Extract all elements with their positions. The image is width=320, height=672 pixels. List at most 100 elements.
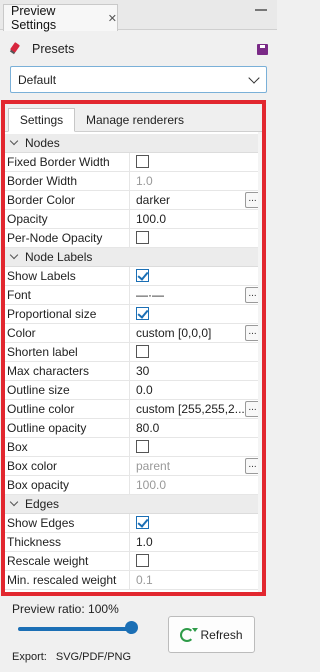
export-formats-link[interactable]: SVG/PDF/PNG xyxy=(56,651,131,663)
opacity-value[interactable]: 100.0 xyxy=(130,210,262,229)
outline-size-value[interactable]: 0.0 xyxy=(130,381,262,400)
property-label: Outline opacity xyxy=(5,418,130,438)
color-value[interactable]: custom [0,0,0] xyxy=(136,326,211,340)
property-label: Outline color xyxy=(5,399,130,419)
property-label: Border Width xyxy=(5,171,130,191)
box-checkbox[interactable] xyxy=(136,439,149,453)
property-label: Box color xyxy=(5,456,130,476)
font-value[interactable]: —·— xyxy=(136,288,164,302)
property-label: Rescale weight xyxy=(5,551,130,571)
box-opacity-value[interactable]: 100.0 xyxy=(130,476,262,495)
show-edges-checkbox[interactable] xyxy=(136,515,149,529)
property-row: Outline opacity 80.0 xyxy=(5,418,262,438)
preview-ratio-label: Preview ratio: xyxy=(12,602,85,616)
preview-ratio-value: 100% xyxy=(88,602,119,616)
pin-icon xyxy=(10,42,24,56)
thickness-value[interactable]: 1.0 xyxy=(130,533,262,552)
section-edges[interactable]: Edges xyxy=(5,495,262,514)
per-node-opacity-checkbox[interactable] xyxy=(136,230,149,244)
presets-label: Presets xyxy=(32,42,75,56)
property-label: Fixed Border Width xyxy=(5,152,130,172)
property-row: Per-Node Opacity xyxy=(5,228,262,248)
collapse-arrow-icon[interactable] xyxy=(9,252,23,262)
refresh-icon xyxy=(180,627,195,642)
panel-tab[interactable]: Preview Settings ✕ xyxy=(3,4,118,32)
property-row: Show Labels xyxy=(5,266,262,286)
preview-ratio-slider[interactable] xyxy=(18,627,133,631)
panel-title: Preview Settings xyxy=(11,4,57,32)
show-labels-checkbox[interactable] xyxy=(136,268,149,282)
refresh-label: Refresh xyxy=(200,627,243,642)
presets-row: Presets xyxy=(10,40,268,58)
property-label: Border Color xyxy=(5,190,130,210)
property-row: Fixed Border Width xyxy=(5,152,262,172)
section-title: Edges xyxy=(25,497,60,511)
property-sheet: Nodes Fixed Border Width Border Width 1.… xyxy=(5,134,262,590)
fixed-border-width-checkbox[interactable] xyxy=(136,154,149,168)
export-row: Export: SVG/PDF/PNG xyxy=(12,651,131,663)
property-row: Show Edges xyxy=(5,513,262,533)
property-row: Outline size 0.0 xyxy=(5,380,262,400)
section-title: Node Labels xyxy=(25,250,93,264)
property-label: Box opacity xyxy=(5,475,130,495)
section-nodes[interactable]: Nodes xyxy=(5,134,262,153)
preset-dropdown-value: Default xyxy=(18,72,57,87)
border-color-value[interactable]: darker xyxy=(136,193,170,207)
minimize-icon[interactable] xyxy=(255,9,267,12)
property-row: Max characters 30 xyxy=(5,361,262,381)
property-row: Font —·—... xyxy=(5,285,262,305)
min-rescaled-weight-value[interactable]: 0.1 xyxy=(130,571,262,590)
preview-ratio-slider-handle[interactable] xyxy=(125,621,138,634)
max-characters-value[interactable]: 30 xyxy=(130,362,262,381)
outline-opacity-value[interactable]: 80.0 xyxy=(130,419,262,438)
collapse-arrow-icon[interactable] xyxy=(9,499,23,509)
property-row: Min. rescaled weight 0.1 xyxy=(5,570,262,590)
tab-settings[interactable]: Settings xyxy=(8,108,75,132)
property-label: Show Labels xyxy=(5,266,130,286)
property-label: Font xyxy=(5,285,130,305)
property-label: Shorten label xyxy=(5,342,130,362)
property-row: Box xyxy=(5,437,262,457)
property-label: Color xyxy=(5,323,130,343)
property-row: Border Color darker... xyxy=(5,190,262,210)
export-label: Export: xyxy=(12,651,47,663)
proportional-size-checkbox[interactable] xyxy=(136,306,149,320)
property-row: Thickness 1.0 xyxy=(5,532,262,552)
outline-color-value[interactable]: custom [255,255,2... xyxy=(136,402,245,416)
property-row: Color custom [0,0,0]... xyxy=(5,323,262,343)
property-row: Box color parent... xyxy=(5,456,262,476)
save-preset-icon[interactable] xyxy=(257,43,268,55)
property-row: Opacity 100.0 xyxy=(5,209,262,229)
property-row: Proportional size xyxy=(5,304,262,324)
property-row: Shorten label xyxy=(5,342,262,362)
shorten-label-checkbox[interactable] xyxy=(136,344,149,358)
preview-settings-panel: Preview Settings ✕ Presets Default Setti… xyxy=(0,0,277,672)
property-label: Opacity xyxy=(5,209,130,229)
property-label: Thickness xyxy=(5,532,130,552)
section-node-labels[interactable]: Node Labels xyxy=(5,248,262,267)
border-width-value[interactable]: 1.0 xyxy=(130,172,262,191)
property-label: Show Edges xyxy=(5,513,130,533)
box-color-value[interactable]: parent xyxy=(136,459,170,473)
preview-ratio: Preview ratio: 100% xyxy=(12,602,119,616)
property-label: Per-Node Opacity xyxy=(5,228,130,248)
title-bar: Preview Settings ✕ xyxy=(0,0,277,32)
chevron-down-icon xyxy=(248,72,260,84)
section-title: Nodes xyxy=(25,136,60,150)
close-icon[interactable]: ✕ xyxy=(108,12,117,25)
property-label: Box xyxy=(5,437,130,457)
property-row: Rescale weight xyxy=(5,551,262,571)
rescale-weight-checkbox[interactable] xyxy=(136,553,149,567)
property-label: Max characters xyxy=(5,361,130,381)
property-label: Proportional size xyxy=(5,304,130,324)
property-row: Outline color custom [255,255,2...... xyxy=(5,399,262,419)
vertical-scrollbar[interactable] xyxy=(258,132,262,592)
property-label: Outline size xyxy=(5,380,130,400)
collapse-arrow-icon[interactable] xyxy=(9,138,23,148)
property-row: Box opacity 100.0 xyxy=(5,475,262,495)
tab-manage-renderers[interactable]: Manage renderers xyxy=(83,108,187,132)
refresh-button[interactable]: Refresh xyxy=(168,616,255,653)
property-label: Min. rescaled weight xyxy=(5,570,130,590)
preset-dropdown[interactable]: Default xyxy=(10,66,267,93)
settings-tabs: Settings Manage renderers xyxy=(5,104,262,132)
